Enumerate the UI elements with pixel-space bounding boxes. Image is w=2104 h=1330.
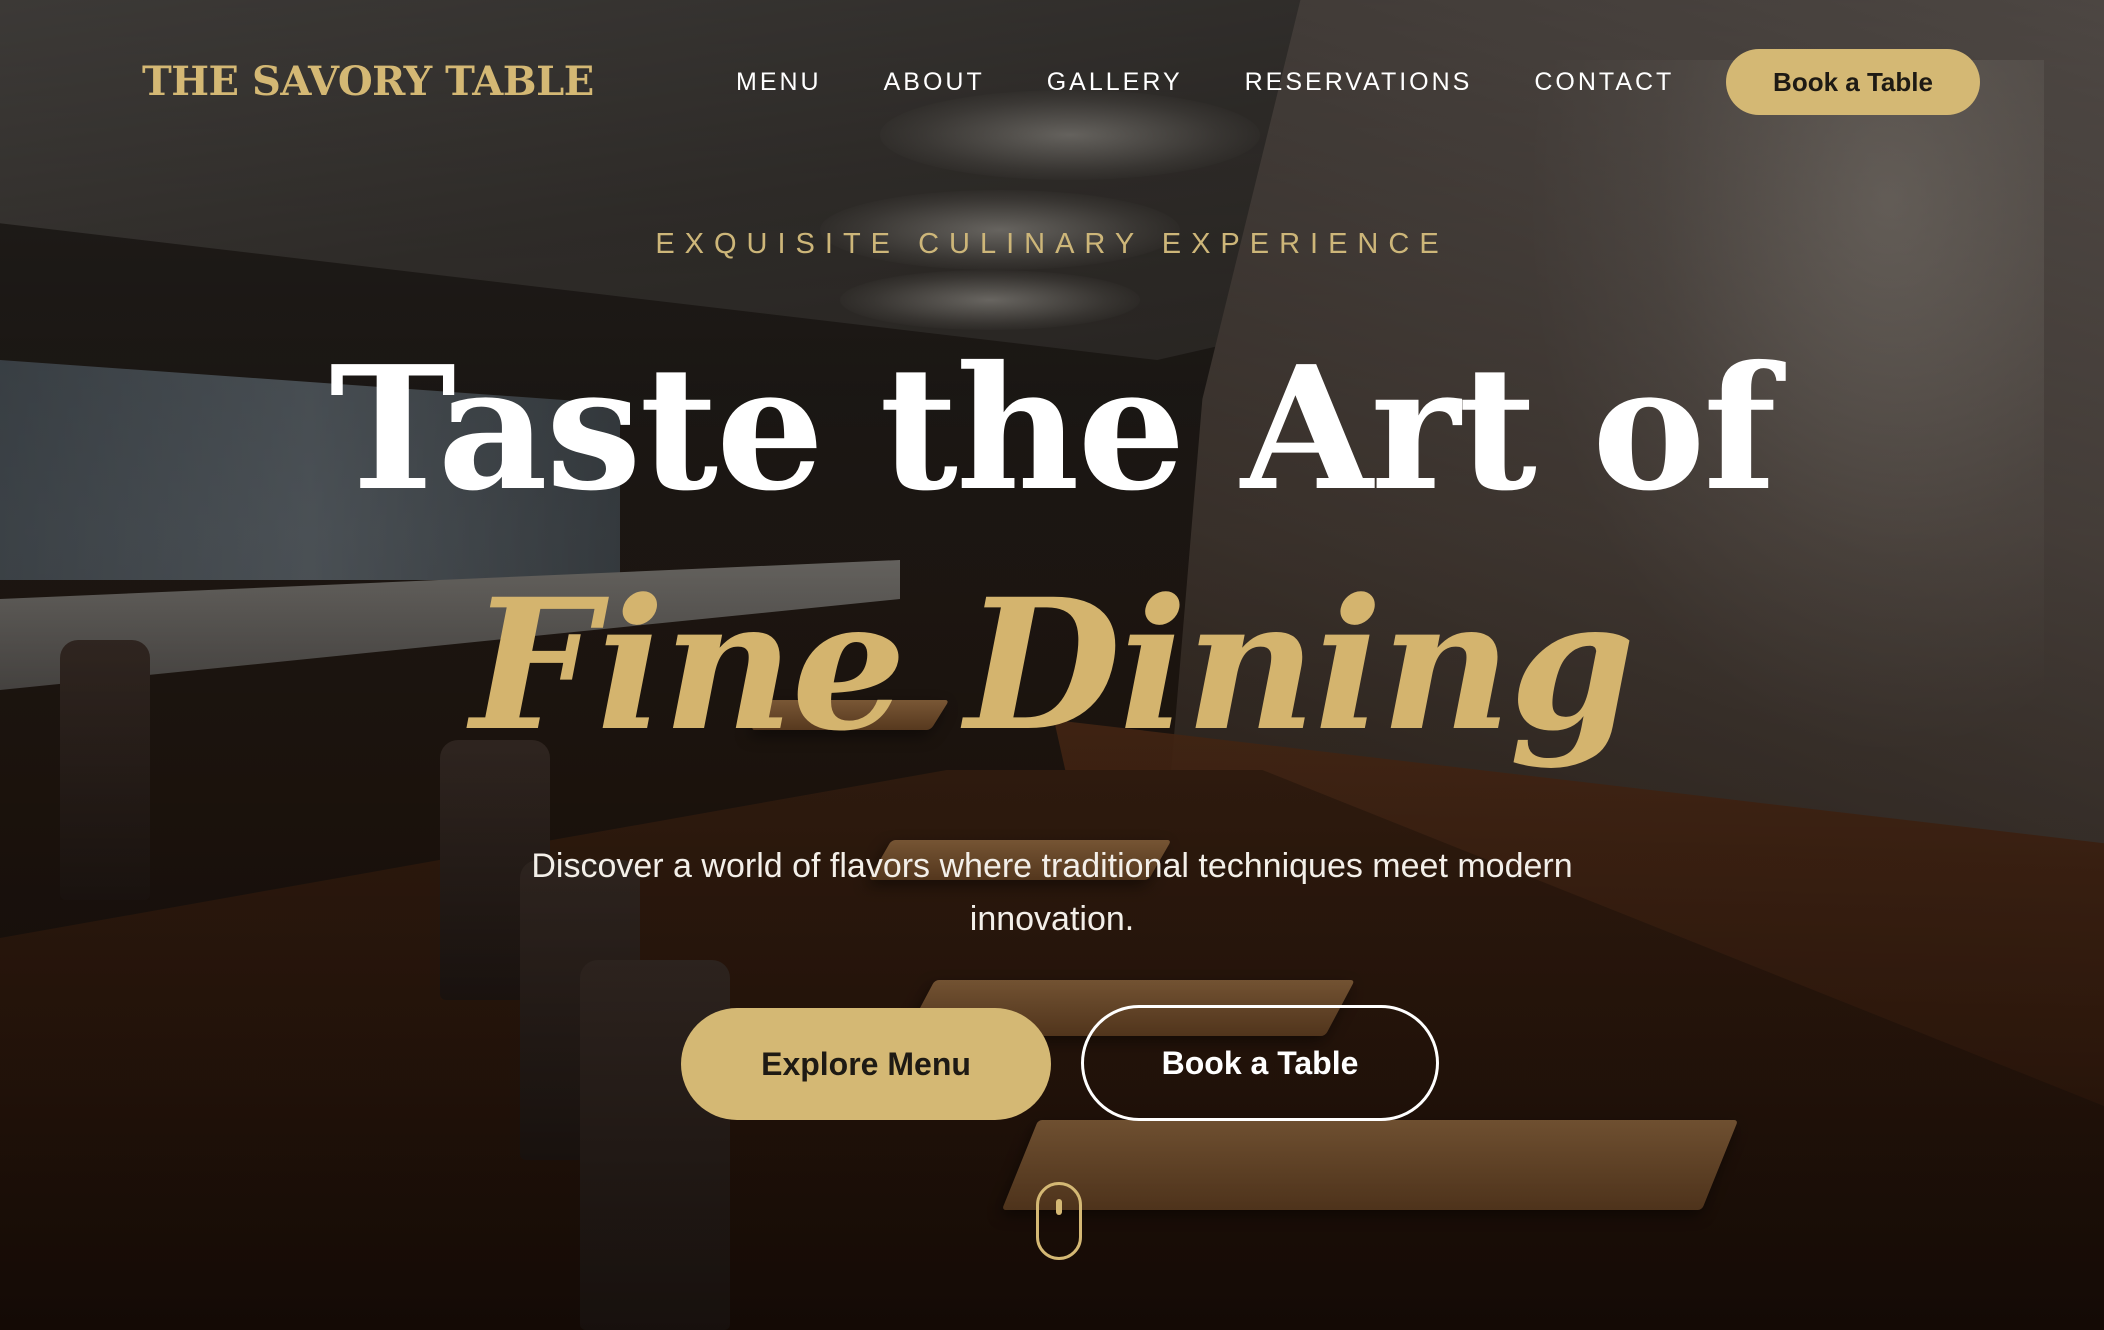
nav-book-table-button[interactable]: Book a Table (1726, 49, 1980, 115)
hero-book-table-button[interactable]: Book a Table (1081, 1005, 1439, 1121)
hero-headline-line2: Fine Dining (470, 560, 1636, 771)
nav-link-menu[interactable]: MENU (736, 68, 822, 97)
explore-menu-button[interactable]: Explore Menu (681, 1008, 1051, 1120)
nav-link-about[interactable]: ABOUT (884, 68, 985, 97)
top-navigation: THE SAVORY TABLE MENU ABOUT GALLERY RESE… (0, 0, 2104, 165)
nav-link-reservations[interactable]: RESERVATIONS (1245, 68, 1473, 97)
mouse-scroll-icon[interactable] (1036, 1182, 1082, 1260)
site-logo[interactable]: THE SAVORY TABLE (142, 58, 594, 105)
nav-link-contact[interactable]: CONTACT (1534, 68, 1674, 97)
hero-headline-line1: Taste the Art of (329, 329, 1776, 529)
nav-link-gallery[interactable]: GALLERY (1047, 68, 1183, 97)
hero-eyebrow: EXQUISITE CULINARY EXPERIENCE (655, 228, 1449, 260)
nav-links: MENU ABOUT GALLERY RESERVATIONS CONTACT (736, 68, 1736, 97)
scroll-wheel-dot (1056, 1199, 1062, 1215)
hero-subtitle: Discover a world of flavors where tradit… (531, 847, 1573, 938)
